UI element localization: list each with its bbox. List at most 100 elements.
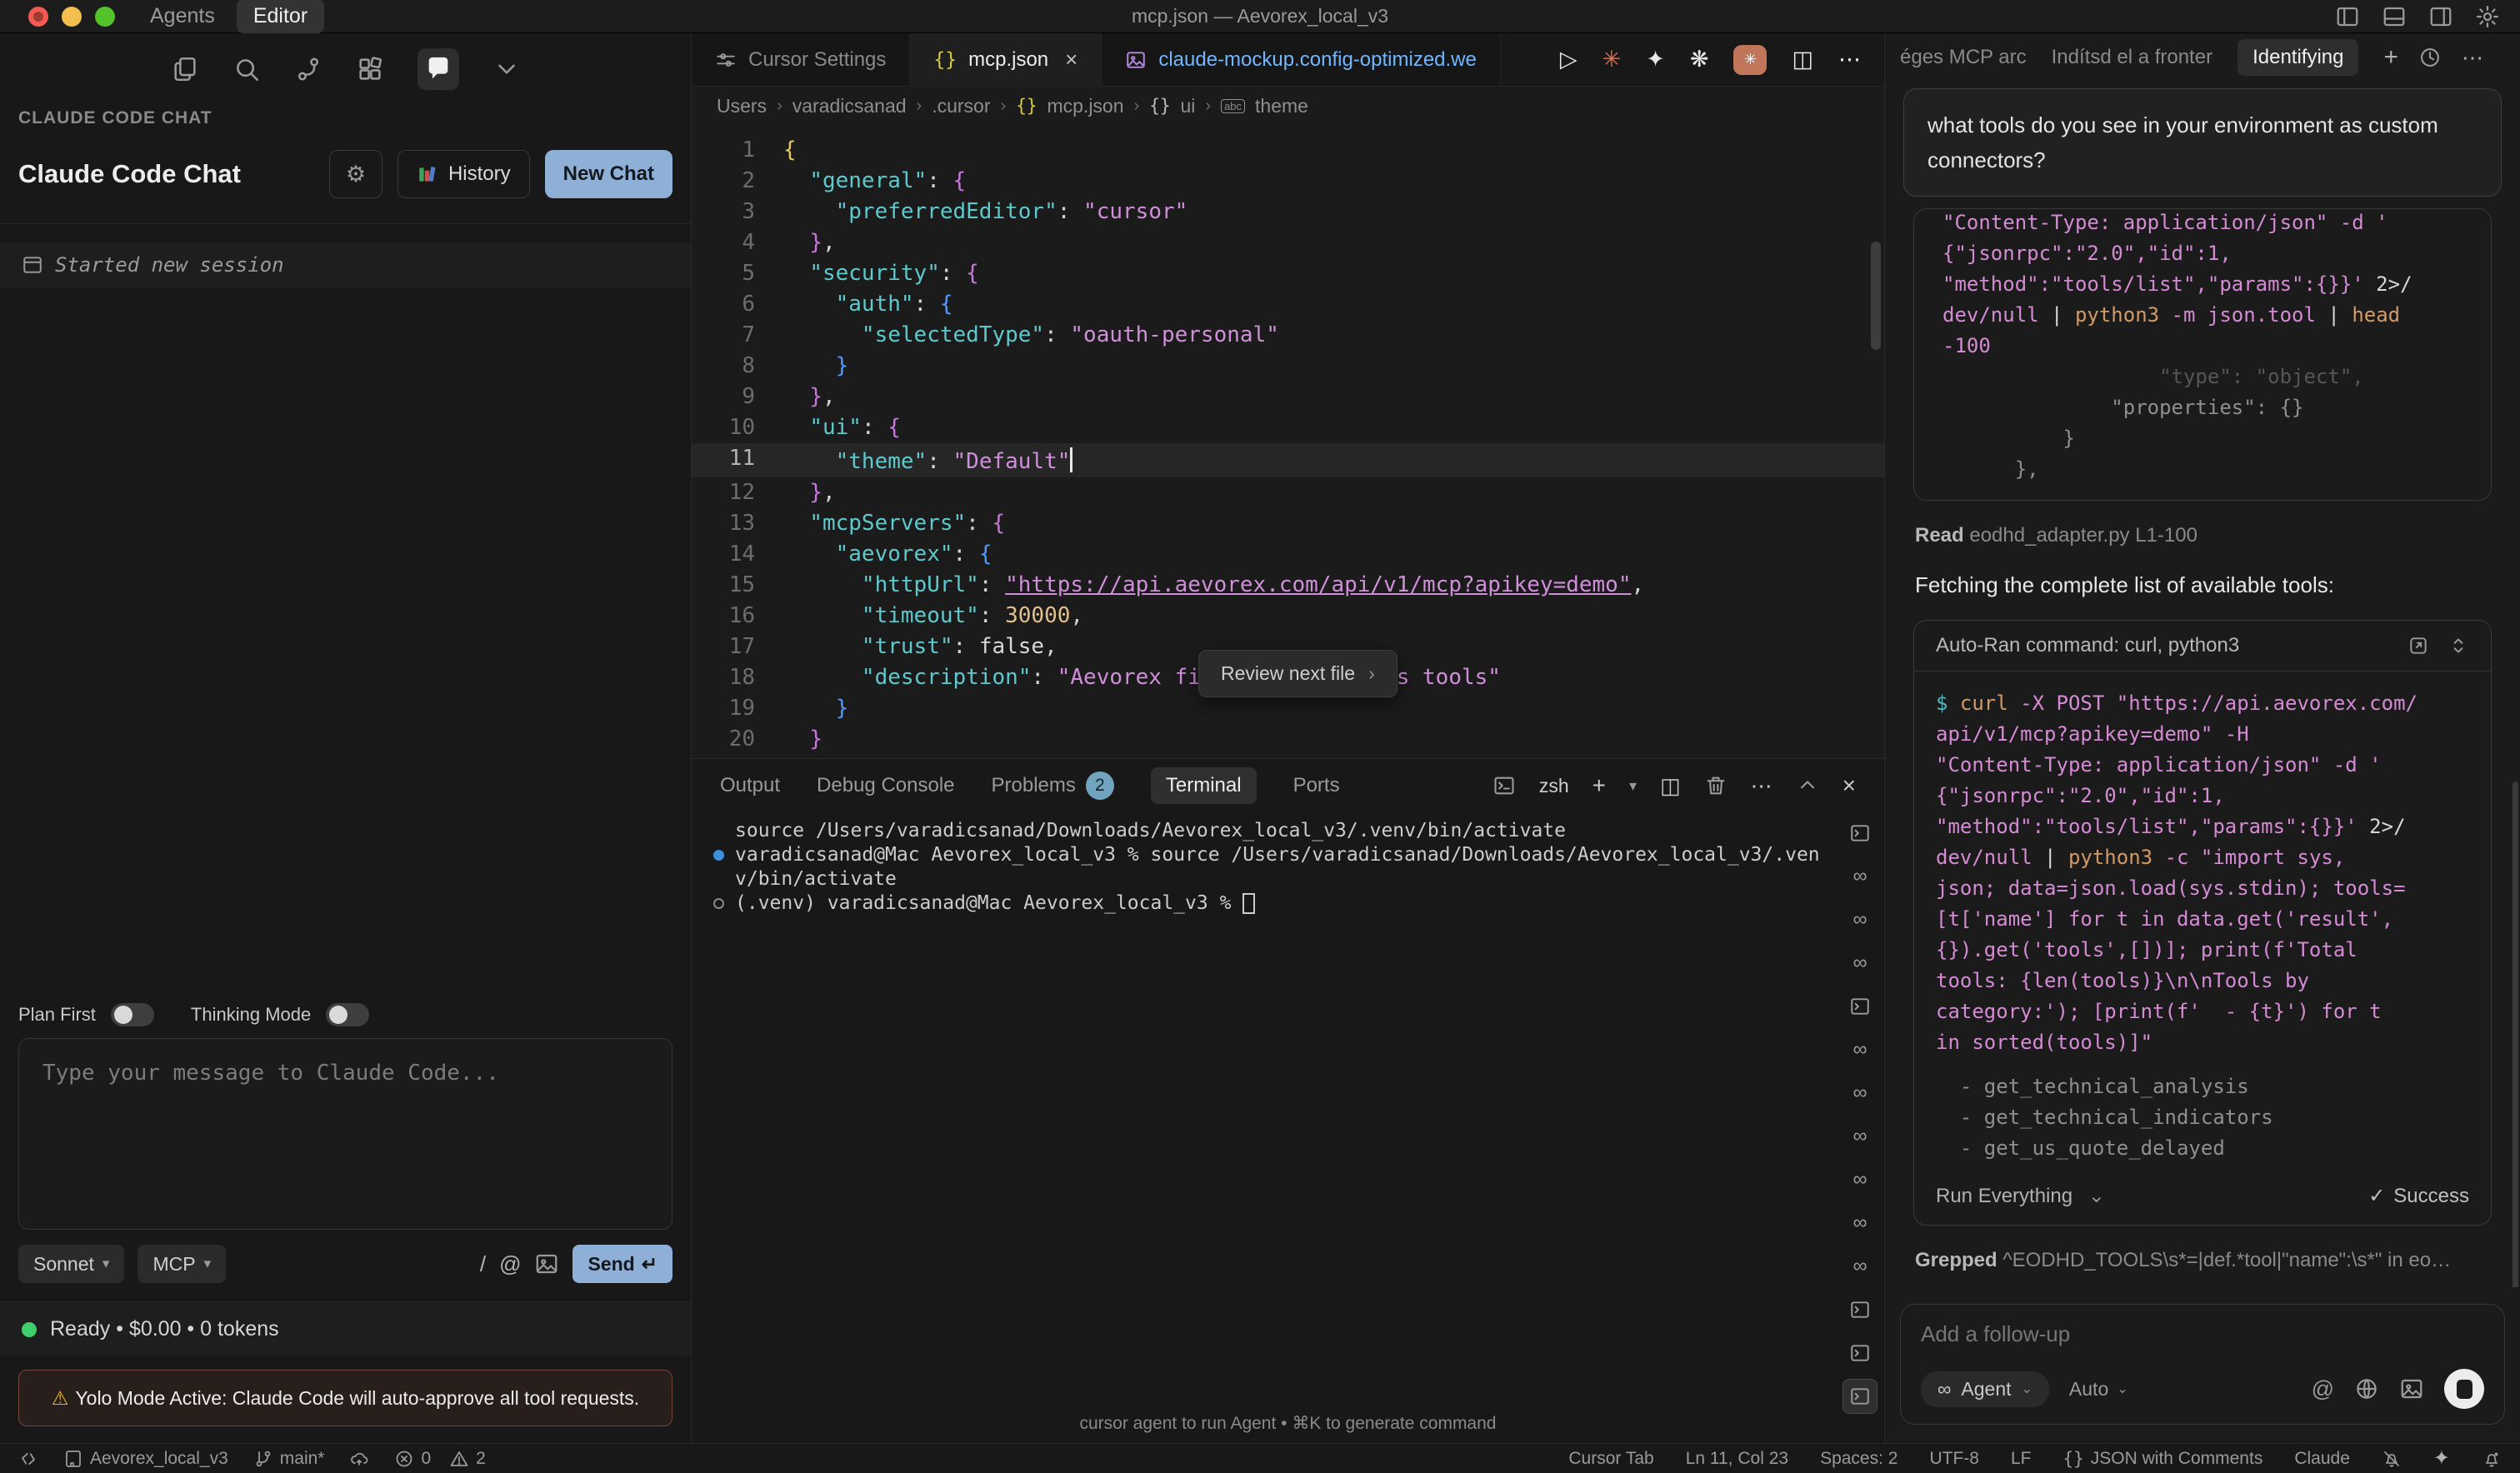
read-file-note[interactable]: Read eodhd_adapter.py L1-100 xyxy=(1915,524,2490,547)
mcp-select[interactable]: MCP ▾ xyxy=(138,1245,226,1283)
agent-session-link-icon[interactable]: ∞ xyxy=(1842,1249,1878,1284)
terminal-session-icon[interactable] xyxy=(1842,1336,1878,1371)
settings-gear-icon[interactable] xyxy=(2475,4,2500,29)
more-actions-icon[interactable]: ⋯ xyxy=(2462,45,2483,71)
copy-files-icon[interactable] xyxy=(171,55,199,83)
layout-toggle-icon[interactable] xyxy=(18,1449,38,1469)
code-editor[interactable]: 1{2 "general": {3 "preferredEditor": "cu… xyxy=(692,125,1884,758)
chat-settings-button[interactable]: ⚙ xyxy=(329,150,382,198)
indentation-status[interactable]: Spaces: 2 xyxy=(1820,1449,1898,1469)
expand-collapse-icon[interactable] xyxy=(2448,635,2469,657)
run-everything-button[interactable]: Run Everything ⌄ xyxy=(1936,1184,2105,1208)
breadcrumb-item[interactable]: .cursor xyxy=(932,95,990,117)
close-window-button[interactable] xyxy=(28,7,48,27)
chevron-down-icon[interactable] xyxy=(492,55,521,83)
agent-session-link-icon[interactable]: ∞ xyxy=(1842,1032,1878,1067)
agent-session-link-icon[interactable]: ∞ xyxy=(1842,1162,1878,1197)
language-mode-status[interactable]: {} JSON with Comments xyxy=(2062,1449,2262,1469)
plan-first-toggle[interactable] xyxy=(111,1003,154,1026)
editor-nav-tab[interactable]: Editor xyxy=(237,0,324,33)
source-control-icon[interactable] xyxy=(294,55,322,83)
new-chat-plus-icon[interactable]: + xyxy=(2383,43,2398,72)
terminal-session-icon[interactable] xyxy=(1842,816,1878,851)
claude-chat-bubble-icon[interactable]: ✳ xyxy=(1733,45,1767,75)
history-clock-icon[interactable] xyxy=(2418,46,2442,69)
terminal-session-icon[interactable] xyxy=(1842,989,1878,1024)
terminal-session-icon[interactable] xyxy=(1842,1292,1878,1327)
claude-starburst-icon[interactable]: ✳ xyxy=(1602,47,1622,72)
tab-ports[interactable]: Ports xyxy=(1293,774,1340,797)
tab-debug-console[interactable]: Debug Console xyxy=(817,774,954,797)
new-terminal-icon[interactable]: + xyxy=(1592,772,1606,799)
breadcrumb-item[interactable]: varadicsanad xyxy=(792,95,907,117)
model-select[interactable]: Sonnet ▾ xyxy=(18,1245,124,1283)
agent-mode-select[interactable]: ∞ Agent ⌄ xyxy=(1921,1371,2049,1407)
thinking-mode-toggle[interactable] xyxy=(326,1003,369,1026)
caret-down-icon[interactable]: ▾ xyxy=(1629,777,1637,795)
stop-record-button[interactable] xyxy=(2444,1369,2484,1409)
web-globe-icon[interactable] xyxy=(2354,1376,2379,1401)
search-icon[interactable] xyxy=(232,55,261,83)
history-button[interactable]: History xyxy=(398,150,530,198)
chat-panel-active[interactable] xyxy=(418,48,459,90)
agent-tab-1[interactable]: éges MCP arc xyxy=(1900,46,2027,69)
agent-conversation[interactable]: what tools do you see in your environmen… xyxy=(1885,82,2520,1287)
tab-mcp-json[interactable]: {} mcp.json × xyxy=(910,33,1102,86)
new-chat-button[interactable]: New Chat xyxy=(545,150,672,198)
agent-session-link-icon[interactable]: ∞ xyxy=(1842,1119,1878,1154)
git-branch-item[interactable]: main* xyxy=(253,1449,325,1469)
agent-session-link-icon[interactable]: ∞ xyxy=(1842,902,1878,937)
breadcrumb-item[interactable]: theme xyxy=(1255,95,1308,117)
agent-session-link-icon[interactable]: ∞ xyxy=(1842,1076,1878,1111)
split-terminal-icon[interactable]: ◫ xyxy=(1660,773,1681,799)
more-actions-icon[interactable]: ⋯ xyxy=(1751,773,1772,799)
trash-icon[interactable] xyxy=(1704,774,1728,797)
terminal-session-icon[interactable] xyxy=(1842,1379,1878,1414)
model-auto-select[interactable]: Auto ⌄ xyxy=(2069,1378,2128,1401)
more-actions-icon[interactable]: ⋯ xyxy=(1838,47,1861,72)
mention-button[interactable]: @ xyxy=(2312,1376,2334,1402)
run-play-icon[interactable]: ▷ xyxy=(1560,47,1578,72)
tab-output[interactable]: Output xyxy=(720,774,780,797)
tab-claude-mockup[interactable]: claude-mockup.config-optimized.we xyxy=(1102,33,1501,86)
open-external-icon[interactable] xyxy=(2408,635,2429,657)
extensions-icon[interactable] xyxy=(356,55,384,83)
terminal-output[interactable]: source /Users/varadicsanad/Downloads/Aev… xyxy=(713,819,1826,916)
cursor-tab-status[interactable]: Cursor Tab xyxy=(1568,1449,1653,1469)
review-next-file-button[interactable]: Review next file › xyxy=(1198,650,1398,697)
eol-status[interactable]: LF xyxy=(2011,1449,2032,1469)
grep-note[interactable]: Grepped ^EODHD_TOOLS\s*=|def.*tool|"name… xyxy=(1915,1249,2490,1272)
maximize-window-button[interactable] xyxy=(95,7,115,27)
tab-cursor-settings[interactable]: Cursor Settings xyxy=(692,33,910,86)
close-panel-icon[interactable]: × xyxy=(1842,772,1856,799)
sparkle-icon[interactable]: ✦ xyxy=(2433,1446,2450,1471)
publish-cloud-icon[interactable] xyxy=(349,1449,369,1469)
minimize-window-button[interactable] xyxy=(62,7,82,27)
split-editor-icon[interactable]: ◫ xyxy=(1792,47,1813,72)
followup-input[interactable] xyxy=(1921,1321,2484,1347)
problems-status-item[interactable]: 0 2 xyxy=(394,1449,485,1469)
tab-problems[interactable]: Problems 2 xyxy=(992,771,1114,800)
encoding-status[interactable]: UTF-8 xyxy=(1929,1449,1979,1469)
layout-panel-icon[interactable] xyxy=(2382,4,2407,29)
close-tab-icon[interactable]: × xyxy=(1065,47,1078,72)
chat-message-input[interactable] xyxy=(18,1038,672,1230)
remote-project-item[interactable]: Aevorex_local_v3 xyxy=(63,1449,228,1469)
agents-nav[interactable]: Agents xyxy=(150,4,215,28)
notifications-muted-icon[interactable] xyxy=(2382,1449,2402,1469)
layout-sidebar-right-icon[interactable] xyxy=(2428,4,2453,29)
attach-image-icon[interactable] xyxy=(2399,1376,2424,1401)
openai-icon[interactable]: ❋ xyxy=(1690,47,1709,72)
editor-scrollbar[interactable] xyxy=(1871,242,1881,350)
slash-command-button[interactable]: / xyxy=(480,1251,486,1277)
agent-session-link-icon[interactable]: ∞ xyxy=(1842,859,1878,894)
agent-tab-2[interactable]: Indítsd el a fronter xyxy=(2052,46,2212,69)
attach-image-icon[interactable] xyxy=(534,1251,559,1276)
agent-session-link-icon[interactable]: ∞ xyxy=(1842,946,1878,981)
sparkle-icon[interactable]: ✦ xyxy=(1646,47,1665,72)
chevron-up-icon[interactable] xyxy=(1796,774,1819,797)
breadcrumb-item[interactable]: mcp.json xyxy=(1047,95,1123,117)
breadcrumb-item[interactable]: ui xyxy=(1181,95,1196,117)
bell-notification-icon[interactable] xyxy=(2482,1449,2502,1469)
agent-session-link-icon[interactable]: ∞ xyxy=(1842,1206,1878,1241)
